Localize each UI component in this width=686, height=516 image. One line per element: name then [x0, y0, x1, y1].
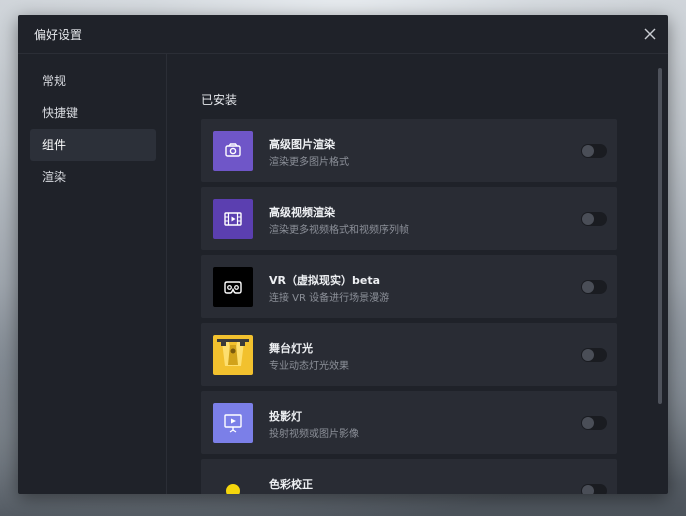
camera-icon [225, 143, 241, 157]
content-scrollbar[interactable] [658, 68, 662, 404]
color-balls-icon [226, 484, 240, 494]
plugin-card: 舞台灯光 专业动态灯光效果 [201, 323, 617, 386]
toggle-knob [582, 281, 594, 293]
plugin-icon [213, 403, 253, 443]
plugin-desc: 专业动态灯光效果 [269, 361, 349, 372]
plugin-desc: 投射视频或图片影像 [269, 429, 359, 440]
toggle-knob [582, 417, 594, 429]
vr-headset-icon [224, 281, 242, 294]
toggle-knob [582, 349, 594, 361]
plugin-name: 色彩校正 [269, 478, 313, 491]
plugin-card: 色彩校正 [201, 459, 617, 494]
content-panel: 已安装 高级图片渲染 渲染更多图片格式 高级视频渲染 渲染更多视频格式和视频序列… [167, 54, 668, 494]
plugin-desc: 连接 VR 设备进行场景漫游 [269, 293, 390, 304]
sidebar-item-shortcuts[interactable]: 快捷键 [30, 97, 156, 129]
close-icon [644, 28, 656, 40]
section-title-installed: 已安装 [201, 93, 238, 107]
projector-icon [224, 414, 242, 433]
toggle-knob [582, 213, 594, 225]
plugin-toggle[interactable] [581, 416, 607, 430]
plugin-name: 投影灯 [269, 410, 302, 423]
sidebar-item-render[interactable]: 渲染 [30, 161, 156, 193]
plugin-desc: 渲染更多视频格式和视频序列帧 [269, 225, 409, 236]
plugin-name: 舞台灯光 [269, 342, 313, 355]
plugin-name: 高级图片渲染 [269, 138, 335, 151]
preferences-dialog: 偏好设置 常规 快捷键 组件 渲染 已安装 高级图片渲染 渲染更多图片格式 高级… [18, 15, 668, 494]
plugin-icon [213, 199, 253, 239]
toggle-knob [582, 145, 594, 157]
plugin-card: VR（虚拟现实）beta 连接 VR 设备进行场景漫游 [201, 255, 617, 318]
close-button[interactable] [640, 24, 660, 44]
dialog-titlebar: 偏好设置 [18, 15, 668, 54]
plugin-toggle[interactable] [581, 144, 607, 158]
plugin-name: 高级视频渲染 [269, 206, 335, 219]
plugin-card: 高级图片渲染 渲染更多图片格式 [201, 119, 617, 182]
plugin-toggle[interactable] [581, 484, 607, 494]
sidebar-item-components[interactable]: 组件 [30, 129, 156, 161]
stage-light-icon [217, 339, 249, 366]
plugin-toggle[interactable] [581, 280, 607, 294]
plugin-card: 投影灯 投射视频或图片影像 [201, 391, 617, 454]
plugin-card: 高级视频渲染 渲染更多视频格式和视频序列帧 [201, 187, 617, 250]
toggle-knob [582, 485, 594, 494]
plugin-desc: 渲染更多图片格式 [269, 157, 349, 168]
plugin-name: VR（虚拟现实）beta [269, 274, 380, 287]
film-icon [224, 212, 242, 226]
plugin-icon [213, 131, 253, 171]
plugin-icon [213, 335, 253, 375]
sidebar-item-general[interactable]: 常规 [30, 65, 156, 97]
sidebar: 常规 快捷键 组件 渲染 [18, 54, 167, 494]
plugin-toggle[interactable] [581, 212, 607, 226]
plugin-icon [213, 267, 253, 307]
plugin-toggle[interactable] [581, 348, 607, 362]
plugin-icon [213, 471, 253, 494]
dialog-title: 偏好设置 [34, 28, 83, 42]
